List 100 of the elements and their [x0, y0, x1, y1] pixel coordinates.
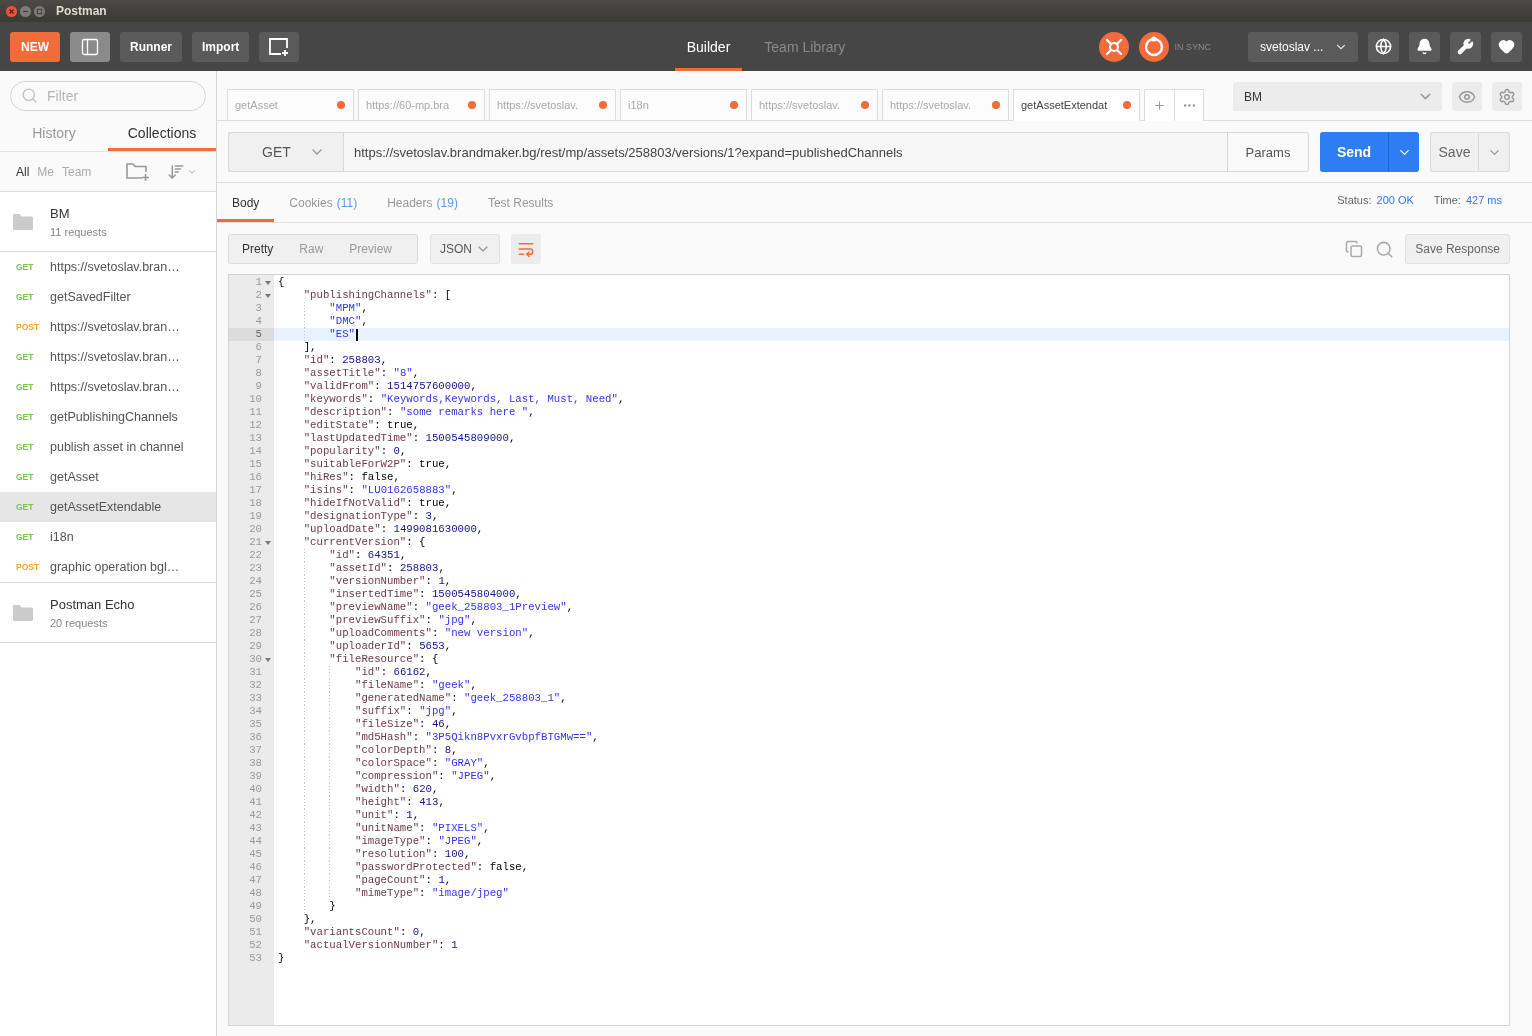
search-button[interactable] [1375, 239, 1395, 259]
bell-icon [1416, 38, 1433, 55]
environment-select[interactable]: BM [1233, 82, 1442, 111]
sort-button[interactable] [167, 162, 198, 181]
request-item[interactable]: GET getSavedFilter [0, 282, 216, 312]
line-number: 48 [248, 887, 262, 900]
line-number: 12 [248, 419, 262, 432]
line-number: 51 [248, 926, 262, 939]
code-line: "unit": 1, [354, 809, 420, 822]
send-button[interactable]: Send [1320, 132, 1388, 172]
code-line: "versionNumber": 1, [329, 575, 452, 588]
status-label: Status: [1337, 193, 1372, 206]
environment-quick-look-button[interactable] [1452, 82, 1482, 111]
sync-icon[interactable] [1139, 31, 1170, 62]
request-name: https://svetoslav.bran… [50, 260, 180, 274]
fold-arrow-icon[interactable] [265, 540, 271, 545]
line-number: 29 [248, 640, 262, 653]
filter-field[interactable]: Filter [10, 81, 206, 111]
request-item[interactable]: GET i18n [0, 522, 216, 552]
new-window-icon [268, 36, 291, 57]
user-name: svetoslav ... [1260, 39, 1324, 54]
fold-arrow-icon[interactable] [265, 280, 271, 285]
request-item[interactable]: POST graphic operation bgl… [0, 552, 216, 582]
line-number: 40 [248, 783, 262, 796]
heart-button[interactable] [1491, 31, 1522, 62]
save-response-button[interactable]: Save Response [1405, 234, 1510, 264]
line-number: 44 [248, 835, 262, 848]
method-label: GET [16, 352, 34, 362]
request-item[interactable]: GET getAssetExtendable [0, 492, 216, 522]
minimize-window-icon[interactable] [20, 5, 31, 17]
search-icon [21, 87, 38, 104]
line-number: 32 [248, 679, 262, 692]
response-tab[interactable]: Body [217, 183, 275, 222]
owner-filter[interactable]: All [13, 164, 33, 179]
url-field[interactable]: https://svetoslav.brandmaker.bg/rest/mp/assets/258803/versions/1?expand=publishedChannels [343, 132, 1228, 172]
wrap-lines-button[interactable] [511, 234, 541, 264]
view-mode-tab[interactable]: Pretty [229, 235, 287, 263]
code-line: "uploaderId": 5653, [329, 640, 452, 653]
params-button[interactable]: Params [1228, 132, 1309, 172]
line-number: 22 [248, 549, 262, 562]
line-number: 19 [248, 510, 262, 523]
line-number: 50 [248, 913, 262, 926]
code-line: "insertedTime": 1500545804000, [329, 588, 522, 601]
request-name: https://svetoslav.bran… [50, 320, 180, 334]
request-item[interactable]: POST https://svetoslav.bran… [0, 312, 216, 342]
format-select[interactable]: JSON [430, 234, 500, 264]
settings-button[interactable] [1450, 31, 1481, 62]
toolbar-button[interactable]: Import [192, 31, 250, 62]
notifications-button[interactable] [1409, 31, 1440, 62]
code-line: "id": 258803, [303, 354, 388, 367]
request-item[interactable]: GET https://svetoslav.bran… [0, 342, 216, 372]
line-number: 26 [248, 601, 262, 614]
request-tab[interactable]: getAssetExtendat [1013, 89, 1140, 121]
folder-icon [13, 213, 33, 230]
close-window-icon[interactable] [6, 5, 17, 17]
save-button[interactable]: Save [1430, 132, 1478, 172]
sidebar-toggle-button[interactable] [70, 31, 110, 62]
method-label: GET [16, 532, 34, 542]
manage-environments-button[interactable] [1492, 82, 1522, 111]
line-number: 52 [248, 939, 262, 952]
code-line: "hiRes": false, [303, 471, 400, 484]
request-item[interactable]: GET getPublishingChannels [0, 402, 216, 432]
code-line: "id": 64351, [329, 549, 407, 562]
code-line: "isins": "LU0162658883", [303, 484, 458, 497]
line-number: 23 [248, 562, 262, 575]
tab-count: (11) [336, 195, 358, 210]
new-window-button[interactable] [259, 31, 300, 62]
maximize-window-icon[interactable] [34, 5, 45, 17]
request-item[interactable]: GET publish asset in channel [0, 432, 216, 462]
code-line: "fileName": "geek", [354, 679, 477, 692]
request-item[interactable]: GET https://svetoslav.bran… [0, 372, 216, 402]
new-collection-button[interactable] [125, 161, 152, 182]
user-menu[interactable]: svetoslav ... [1248, 31, 1358, 62]
code-line: "unitName": "PIXELS", [354, 822, 490, 835]
fold-arrow-icon[interactable] [265, 657, 271, 662]
text-cursor [355, 328, 358, 341]
toolbar-button[interactable]: Runner [120, 31, 182, 62]
tab-label: https://svetoslav. [759, 99, 841, 111]
sort-icon [167, 162, 186, 181]
code-line: "assetId": 258803, [329, 562, 445, 575]
line-number: 2 [254, 289, 262, 302]
request-name: publish asset in channel [50, 440, 184, 454]
send-options-button[interactable] [1388, 132, 1419, 172]
globe-button[interactable] [1368, 31, 1399, 62]
request-name: getAsset [50, 470, 99, 484]
request-item[interactable]: GET https://svetoslav.bran… [0, 252, 216, 282]
copy-button[interactable] [1345, 240, 1364, 258]
line-number: 37 [248, 744, 262, 757]
request-item[interactable]: GET getAsset [0, 462, 216, 492]
fold-arrow-icon[interactable] [265, 293, 271, 298]
wrench-icon [1457, 38, 1474, 55]
line-number: 6 [254, 341, 262, 354]
method-value: GET [262, 144, 291, 160]
code-line: "md5Hash": "3P5Qikn8PvxrGvbpfBTGMw==", [354, 731, 599, 744]
globe-icon [1375, 38, 1392, 55]
request-count: 20 requests [50, 616, 109, 629]
method-select[interactable]: GET [228, 132, 343, 172]
tab-label: getAsset [235, 99, 278, 111]
crosshair-icon[interactable] [1099, 31, 1130, 62]
code-line: "assetTitle": "8", [303, 367, 420, 380]
